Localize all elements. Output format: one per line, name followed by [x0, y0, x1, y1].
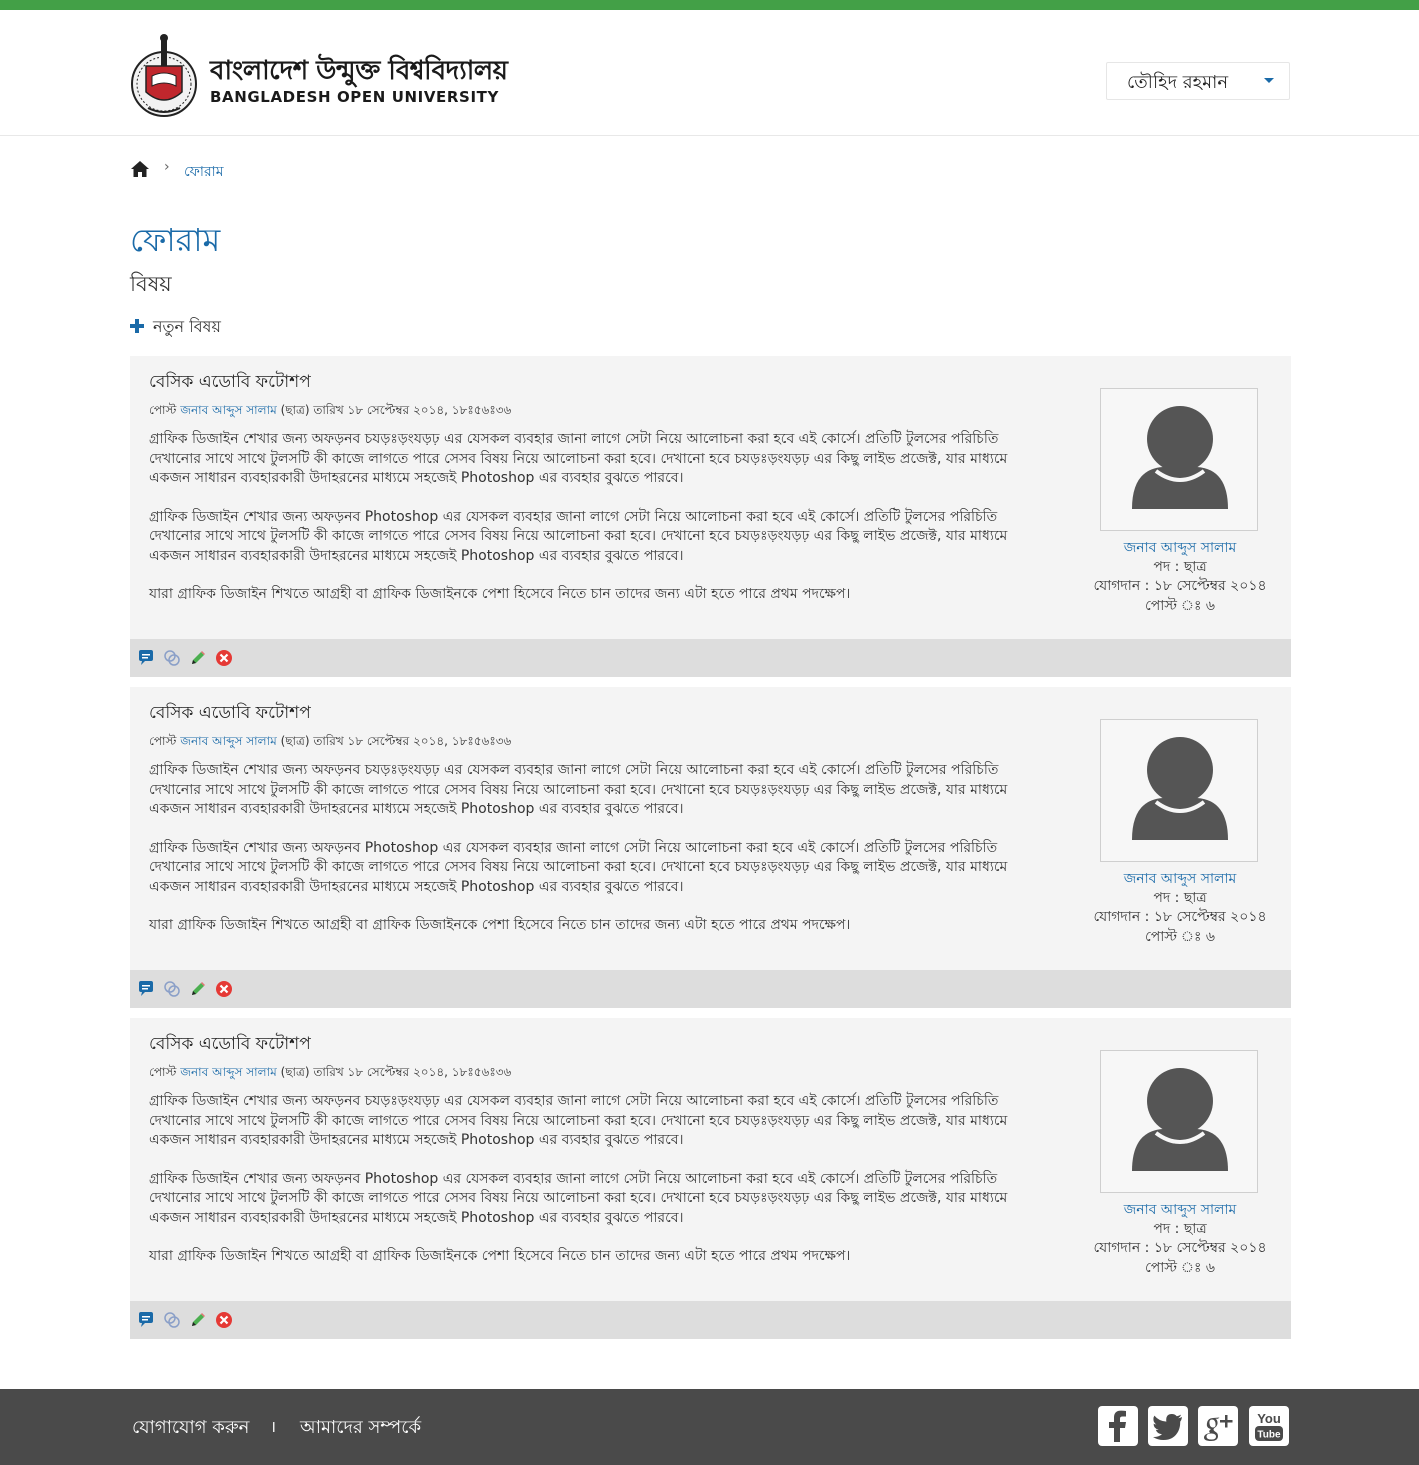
post-body: গ্রাফিক ডিজাইন শেখার জন্য অফড়নব চযড়ঃড়… [149, 430, 1049, 624]
forum-post: বেসিক এডোবি ফটোশপ পোস্ট জনাব আব্দুস সালা… [130, 356, 1291, 677]
reply-icon[interactable] [137, 980, 155, 998]
post-action-bar [130, 970, 1291, 1008]
university-emblem-icon [131, 34, 197, 117]
author-post-count: পোস্ট ঃ ৬ [1145, 1260, 1215, 1276]
page-subtitle: বিষয় [130, 272, 172, 296]
facebook-icon[interactable] [1098, 1406, 1138, 1446]
post-action-bar [130, 639, 1291, 677]
breadcrumb-forum-link[interactable]: ফোরাম [184, 160, 224, 184]
post-title[interactable]: বেসিক এডোবি ফটোশপ [149, 700, 311, 728]
new-topic-label: নতুন বিষয় [153, 317, 221, 336]
footer-contact-link[interactable]: যোগাযোগ করুন [132, 1413, 249, 1444]
post-author-link[interactable]: জনাব আব্দুস সালাম [180, 734, 277, 748]
footer-about-link[interactable]: আমাদের সম্পর্কে [300, 1413, 421, 1444]
caret-down-icon [1264, 78, 1274, 83]
post-meta: পোস্ট জনাব আব্দুস সালাম (ছাত্র) তারিখ ১৮… [149, 1064, 511, 1084]
edit-icon[interactable] [189, 1311, 207, 1329]
avatar[interactable] [1100, 719, 1258, 862]
quote-icon[interactable] [163, 980, 181, 998]
post-meta-suffix: (ছাত্র) তারিখ ১৮ সেপ্টেম্বর ২০১৪, ১৮ঃ৫৬ঃ… [280, 403, 512, 417]
author-post-count: পোস্ট ঃ ৬ [1145, 929, 1215, 945]
site-header: বাংলাদেশ উন্মুক্ত বিশ্ববিদ্যালয় BANGLAD… [0, 10, 1419, 136]
post-title[interactable]: বেসিক এডোবি ফটোশপ [149, 369, 311, 397]
plus-icon [130, 319, 144, 333]
avatar[interactable] [1100, 1050, 1258, 1193]
delete-icon[interactable] [215, 649, 233, 667]
post-paragraph: গ্রাফিক ডিজাইন শেখার জন্য অফড়নব Photosh… [149, 839, 1008, 895]
twitter-icon[interactable] [1148, 1406, 1188, 1446]
post-action-bar [130, 1301, 1291, 1339]
breadcrumb-separator: › [164, 159, 170, 175]
user-name: তৌহিদ রহমান [1127, 72, 1229, 93]
post-paragraph: যারা গ্রাফিক ডিজাইন শিখতে আগ্রহী বা গ্রা… [149, 917, 851, 933]
quote-icon[interactable] [163, 649, 181, 667]
post-paragraph: গ্রাফিক ডিজাইন শেখার জন্য অফড়নব চযড়ঃড়… [149, 762, 1008, 817]
edit-icon[interactable] [189, 649, 207, 667]
edit-icon[interactable] [189, 980, 207, 998]
post-meta: পোস্ট জনাব আব্দুস সালাম (ছাত্র) তারিখ ১৮… [149, 402, 511, 422]
university-logo[interactable]: বাংলাদেশ উন্মুক্ত বিশ্ববিদ্যালয় BANGLAD… [128, 30, 508, 118]
post-paragraph: গ্রাফিক ডিজাইন শেখার জন্য অফড়নব Photosh… [149, 1170, 1008, 1226]
post-author-link[interactable]: জনাব আব্দুস সালাম [180, 1065, 277, 1079]
user-menu-dropdown[interactable]: তৌহিদ রহমান [1106, 62, 1290, 100]
user-avatar-icon [1132, 1068, 1228, 1171]
site-footer: যোগাযোগ করুন । আমাদের সম্পর্কে You Tube [0, 1389, 1419, 1465]
google-plus-icon[interactable] [1198, 1406, 1238, 1446]
avatar[interactable] [1100, 388, 1258, 531]
post-paragraph: যারা গ্রাফিক ডিজাইন শিখতে আগ্রহী বা গ্রা… [149, 586, 851, 602]
post-paragraph: গ্রাফিক ডিজাইন শেখার জন্য অফড়নব চযড়ঃড়… [149, 1093, 1008, 1148]
author-post-count: পোস্ট ঃ ৬ [1145, 598, 1215, 614]
youtube-text-top: You [1257, 1411, 1281, 1426]
home-icon[interactable] [130, 160, 150, 178]
post-meta-prefix: পোস্ট [149, 734, 177, 748]
reply-icon[interactable] [137, 649, 155, 667]
youtube-text-bottom: Tube [1257, 1430, 1281, 1441]
top-accent-bar [0, 0, 1419, 10]
page-title: ফোরাম [130, 221, 221, 259]
post-body: গ্রাফিক ডিজাইন শেখার জন্য অফড়নব চযড়ঃড়… [149, 761, 1049, 955]
post-meta-prefix: পোস্ট [149, 1065, 177, 1079]
post-meta-suffix: (ছাত্র) তারিখ ১৮ সেপ্টেম্বর ২০১৪, ১৮ঃ৫৬ঃ… [280, 1065, 512, 1079]
post-meta-suffix: (ছাত্র) তারিখ ১৮ সেপ্টেম্বর ২০১৪, ১৮ঃ৫৬ঃ… [280, 734, 512, 748]
post-title[interactable]: বেসিক এডোবি ফটোশপ [149, 1031, 311, 1059]
forum-post: বেসিক এডোবি ফটোশপ পোস্ট জনাব আব্দুস সালা… [130, 687, 1291, 1008]
post-author-link[interactable]: জনাব আব্দুস সালাম [180, 403, 277, 417]
user-avatar-icon [1132, 737, 1228, 840]
post-paragraph: যারা গ্রাফিক ডিজাইন শিখতে আগ্রহী বা গ্রা… [149, 1248, 851, 1264]
forum-post: বেসিক এডোবি ফটোশপ পোস্ট জনাব আব্দুস সালা… [130, 1018, 1291, 1339]
post-paragraph: গ্রাফিক ডিজাইন শেখার জন্য অফড়নব চযড়ঃড়… [149, 431, 1008, 486]
youtube-icon[interactable]: You Tube [1249, 1406, 1289, 1446]
post-meta-prefix: পোস্ট [149, 403, 177, 417]
logo-text-english: BANGLADESH OPEN UNIVERSITY [210, 88, 499, 106]
user-avatar-icon [1132, 406, 1228, 509]
footer-separator: । [270, 1417, 277, 1436]
post-meta: পোস্ট জনাব আব্দুস সালাম (ছাত্র) তারিখ ১৮… [149, 733, 511, 753]
post-paragraph: গ্রাফিক ডিজাইন শেখার জন্য অফড়নব Photosh… [149, 508, 1008, 564]
delete-icon[interactable] [215, 1311, 233, 1329]
quote-icon[interactable] [163, 1311, 181, 1329]
reply-icon[interactable] [137, 1311, 155, 1329]
delete-icon[interactable] [215, 980, 233, 998]
post-body: গ্রাফিক ডিজাইন শেখার জন্য অফড়নব চযড়ঃড়… [149, 1092, 1049, 1286]
